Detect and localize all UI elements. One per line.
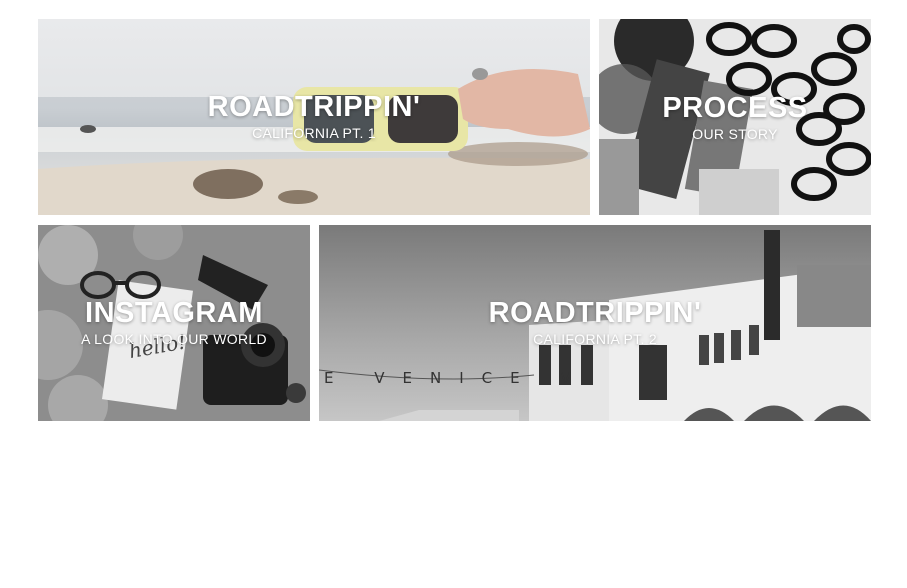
tile-subtitle: CALIFORNIA PT. 2 — [533, 331, 657, 347]
tile-process[interactable]: PROCESS OUR STORY — [599, 19, 871, 215]
tile-subtitle: A LOOK INTO OUR WORLD — [81, 331, 267, 347]
tile-title: INSTAGRAM — [85, 297, 263, 329]
tile-roadtrippin-pt1[interactable]: ROADTRIPPIN' CALIFORNIA PT. 1 — [38, 19, 590, 215]
tile-subtitle: CALIFORNIA PT. 1 — [252, 125, 376, 141]
tile-roadtrippin-pt2[interactable]: E VENICE V ROADTRIPPIN' CALIFORNIA PT. 2 — [319, 225, 871, 421]
tile-instagram[interactable]: hello! INSTAGRAM A LOOK INTO OUR WORLD — [38, 225, 310, 421]
tile-caption: INSTAGRAM A LOOK INTO OUR WORLD — [38, 297, 310, 348]
tile-title: ROADTRIPPIN' — [207, 91, 421, 123]
tile-title: ROADTRIPPIN' — [488, 297, 702, 329]
tile-caption: ROADTRIPPIN' CALIFORNIA PT. 1 — [38, 91, 590, 142]
tile-title: PROCESS — [662, 92, 808, 124]
tile-caption: PROCESS OUR STORY — [599, 92, 871, 143]
svg-text:E VENICE V: E VENICE V — [324, 369, 589, 387]
tile-caption: ROADTRIPPIN' CALIFORNIA PT. 2 — [319, 297, 871, 348]
tile-subtitle: OUR STORY — [692, 126, 778, 142]
